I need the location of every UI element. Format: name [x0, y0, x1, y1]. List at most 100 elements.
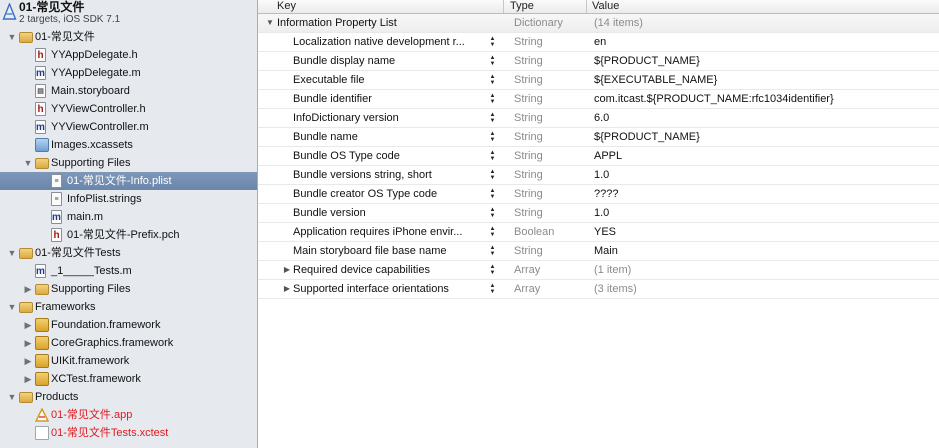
- key-popup-stepper-icon[interactable]: ▲ ▼: [489, 188, 496, 200]
- navigator-item[interactable]: ▼ 01-常见文件Tests: [0, 244, 257, 262]
- navigator-item[interactable]: ▶ UIKit.framework: [0, 352, 257, 370]
- plist-value[interactable]: APPL: [594, 147, 622, 165]
- navigator-item[interactable]: ▶ XCTest.framework: [0, 370, 257, 388]
- plist-type[interactable]: String: [514, 109, 543, 127]
- plist-value[interactable]: 6.0: [594, 109, 609, 127]
- plist-type[interactable]: String: [514, 128, 543, 146]
- navigator-item[interactable]: 01-常见文件.app: [0, 406, 257, 424]
- navigator-item[interactable]: ▶ Foundation.framework: [0, 316, 257, 334]
- plist-value[interactable]: en: [594, 33, 606, 51]
- plist-key[interactable]: Information Property List: [277, 14, 486, 32]
- plist-row[interactable]: Bundle creator OS Type code ▲ ▼ String????: [258, 185, 939, 204]
- navigator-item[interactable]: Images.xcassets: [0, 136, 257, 154]
- navigator-item[interactable]: ▼ Frameworks: [0, 298, 257, 316]
- disclosure-open-icon[interactable]: ▼: [6, 244, 18, 262]
- plist-type[interactable]: String: [514, 147, 543, 165]
- plist-key[interactable]: Main storyboard file base name: [293, 242, 486, 260]
- plist-value[interactable]: ${PRODUCT_NAME}: [594, 128, 700, 146]
- navigator-item[interactable]: 01-常见文件Tests.xctest: [0, 424, 257, 442]
- plist-row[interactable]: ▶ Supported interface orientations ▲ ▼ Array…: [258, 280, 939, 299]
- navigator-item[interactable]: ≡ InfoPlist.strings: [0, 190, 257, 208]
- plist-key[interactable]: Supported interface orientations: [293, 280, 486, 298]
- column-divider[interactable]: [503, 0, 504, 13]
- plist-row[interactable]: ▼ Information Property List Dictionary (14 …: [258, 14, 939, 33]
- plist-row[interactable]: Bundle display name ▲ ▼ String ${PRODUCT_NAM…: [258, 52, 939, 71]
- plist-type[interactable]: String: [514, 204, 543, 222]
- key-popup-stepper-icon[interactable]: ▲ ▼: [489, 36, 496, 48]
- navigator-item[interactable]: m _1_____Tests.m: [0, 262, 257, 280]
- navigator-item[interactable]: m YYAppDelegate.m: [0, 64, 257, 82]
- disclosure-closed-icon[interactable]: ▶: [22, 280, 34, 298]
- plist-row[interactable]: Bundle version ▲ ▼ String 1.0: [258, 204, 939, 223]
- key-popup-stepper-icon[interactable]: ▲ ▼: [489, 207, 496, 219]
- plist-type[interactable]: Array: [514, 280, 540, 298]
- disclosure-closed-icon[interactable]: ▶: [22, 352, 34, 370]
- plist-type[interactable]: String: [514, 185, 543, 203]
- plist-row[interactable]: Executable file ▲ ▼ String ${EXECUTABLE_NAME…: [258, 71, 939, 90]
- disclosure-open-icon[interactable]: ▼: [6, 298, 18, 316]
- disclosure-open-icon[interactable]: ▼: [6, 28, 18, 46]
- navigator-item[interactable]: ▤ Main.storyboard: [0, 82, 257, 100]
- navigator-item[interactable]: ▼ 01-常见文件: [0, 28, 257, 46]
- plist-type[interactable]: String: [514, 242, 543, 260]
- plist-value[interactable]: 1.0: [594, 166, 609, 184]
- key-popup-stepper-icon[interactable]: ▲ ▼: [489, 93, 496, 105]
- plist-value[interactable]: com.itcast.${PRODUCT_NAME:rfc1034identif…: [594, 90, 834, 108]
- plist-key[interactable]: Bundle name: [293, 128, 486, 146]
- navigator-item[interactable]: ▶ CoreGraphics.framework: [0, 334, 257, 352]
- plist-type[interactable]: String: [514, 90, 543, 108]
- plist-key[interactable]: Bundle version: [293, 204, 486, 222]
- navigator-item[interactable]: ▶ Supporting Files: [0, 280, 257, 298]
- plist-key[interactable]: Application requires iPhone envir...: [293, 223, 486, 241]
- plist-key[interactable]: Bundle identifier: [293, 90, 486, 108]
- key-column-header[interactable]: Key: [277, 0, 296, 13]
- disclosure-closed-icon[interactable]: ▶: [282, 261, 292, 279]
- plist-row[interactable]: Application requires iPhone envir... ▲ ▼ Bo…: [258, 223, 939, 242]
- key-popup-stepper-icon[interactable]: ▲ ▼: [489, 169, 496, 181]
- project-root-item[interactable]: 01-常见文件 2 targets, iOS SDK 7.1: [0, 0, 257, 28]
- plist-type[interactable]: Boolean: [514, 223, 554, 241]
- plist-key[interactable]: Bundle creator OS Type code: [293, 185, 486, 203]
- plist-type[interactable]: String: [514, 52, 543, 70]
- plist-row[interactable]: InfoDictionary version ▲ ▼ String 6.0: [258, 109, 939, 128]
- plist-type[interactable]: String: [514, 33, 543, 51]
- plist-row[interactable]: Main storyboard file base name ▲ ▼ String Ma…: [258, 242, 939, 261]
- key-popup-stepper-icon[interactable]: ▲ ▼: [489, 264, 496, 276]
- plist-row[interactable]: Bundle identifier ▲ ▼ String com.itcast.${PR…: [258, 90, 939, 109]
- plist-type[interactable]: Array: [514, 261, 540, 279]
- navigator-item[interactable]: ≡ 01-常见文件-Info.plist: [0, 172, 257, 190]
- disclosure-closed-icon[interactable]: ▶: [22, 370, 34, 388]
- column-divider[interactable]: [586, 0, 587, 13]
- plist-type[interactable]: Dictionary: [514, 14, 563, 32]
- plist-key[interactable]: InfoDictionary version: [293, 109, 486, 127]
- key-popup-stepper-icon[interactable]: ▲ ▼: [489, 283, 496, 295]
- key-popup-stepper-icon[interactable]: ▲ ▼: [489, 245, 496, 257]
- plist-value[interactable]: ????: [594, 185, 618, 203]
- plist-key[interactable]: Bundle display name: [293, 52, 486, 70]
- plist-row[interactable]: Bundle name ▲ ▼ String ${PRODUCT_NAME}: [258, 128, 939, 147]
- navigator-item[interactable]: ▼ Products: [0, 388, 257, 406]
- plist-value[interactable]: Main: [594, 242, 618, 260]
- plist-value[interactable]: ${EXECUTABLE_NAME}: [594, 71, 717, 89]
- plist-value[interactable]: ${PRODUCT_NAME}: [594, 52, 700, 70]
- plist-key[interactable]: Executable file: [293, 71, 486, 89]
- key-popup-stepper-icon[interactable]: ▲ ▼: [489, 131, 496, 143]
- navigator-item[interactable]: h 01-常见文件-Prefix.pch: [0, 226, 257, 244]
- plist-row[interactable]: Localization native development r... ▲ ▼ St…: [258, 33, 939, 52]
- key-popup-stepper-icon[interactable]: ▲ ▼: [489, 74, 496, 86]
- disclosure-open-icon[interactable]: ▼: [22, 154, 34, 172]
- key-popup-stepper-icon[interactable]: ▲ ▼: [489, 226, 496, 238]
- value-column-header[interactable]: Value: [592, 0, 619, 13]
- plist-value[interactable]: YES: [594, 223, 616, 241]
- key-popup-stepper-icon[interactable]: ▲ ▼: [489, 55, 496, 67]
- plist-row[interactable]: Bundle versions string, short ▲ ▼ String 1.0: [258, 166, 939, 185]
- navigator-item[interactable]: h YYAppDelegate.h: [0, 46, 257, 64]
- plist-key[interactable]: Bundle OS Type code: [293, 147, 486, 165]
- plist-row[interactable]: ▶ Required device capabilities ▲ ▼ Array (1 i…: [258, 261, 939, 280]
- plist-key[interactable]: Bundle versions string, short: [293, 166, 486, 184]
- disclosure-open-icon[interactable]: ▼: [265, 14, 275, 32]
- disclosure-closed-icon[interactable]: ▶: [282, 280, 292, 298]
- navigator-item[interactable]: ▼ Supporting Files: [0, 154, 257, 172]
- plist-type[interactable]: String: [514, 71, 543, 89]
- plist-key[interactable]: Required device capabilities: [293, 261, 486, 279]
